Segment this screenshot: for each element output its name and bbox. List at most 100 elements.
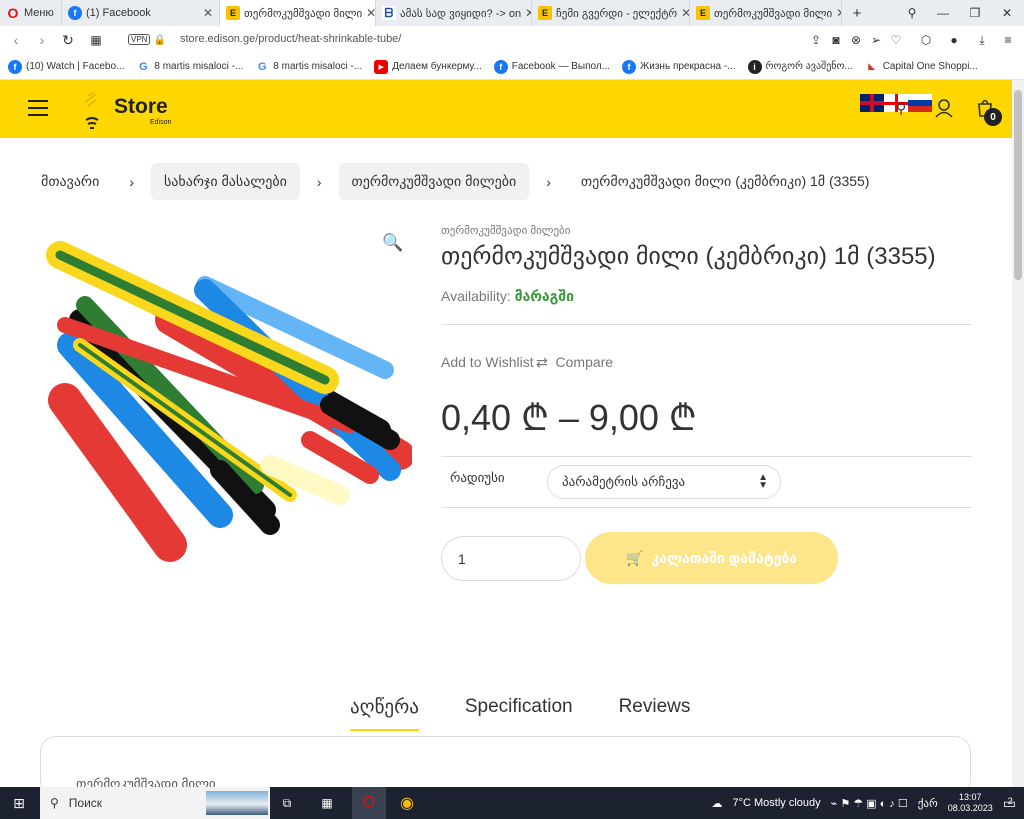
product-image[interactable] xyxy=(40,225,412,575)
breadcrumb-category[interactable]: თერმოკუმშვადი მილები xyxy=(338,163,530,200)
logo-text[interactable]: Store xyxy=(114,95,168,119)
download-icon[interactable]: ⤓ xyxy=(972,26,992,54)
bookmark[interactable]: f Facebook — Выпол... xyxy=(493,59,610,74)
search-tabs-icon[interactable]: ⚲ xyxy=(900,0,924,26)
quantity-input[interactable]: 1 xyxy=(441,536,581,581)
bookmark[interactable]: G8 martis misaloci -... xyxy=(136,60,243,74)
system-tray: ☁ 7°C Mostly cloudy ⌁ ⚑ ☂ ▣ ◐ ♪ ☐ ქარ 13… xyxy=(711,787,1024,819)
compare-link[interactable]: ⇄ Compare xyxy=(536,354,613,371)
forward-icon[interactable]: › xyxy=(32,26,52,54)
bookmark[interactable]: f Жизнь прекрасна -... xyxy=(622,59,736,74)
product-title: თერმოკუმშვადი მილი (კემბრიკი) 1მ (3355) xyxy=(441,243,936,270)
close-tab-icon[interactable]: ✕ xyxy=(203,6,213,20)
add-to-wishlist-link[interactable]: Add to Wishlist xyxy=(441,354,534,370)
breadcrumb-consumables[interactable]: სახარჯი მასალები xyxy=(150,163,300,200)
edison-icon: E xyxy=(226,6,240,20)
tab-facebook[interactable]: f (1) Facebook ✕ xyxy=(62,0,220,26)
availability: Availability: მარაგში xyxy=(441,288,574,304)
minimize-icon[interactable]: — xyxy=(930,0,956,26)
account-icon[interactable] xyxy=(934,98,954,118)
bookmark[interactable]: ▶ Делаем бункерму... xyxy=(374,59,482,74)
product-category-link[interactable]: თერმოკუმშვადი მილები xyxy=(441,224,570,237)
radius-select[interactable]: პარამეტრის არჩევა ▲ ▼ xyxy=(547,465,781,499)
tab-reviews[interactable]: Reviews xyxy=(619,696,691,731)
divider xyxy=(441,324,971,325)
chrome-icon[interactable]: ◉ xyxy=(394,787,420,819)
compare-icon: ⇄ xyxy=(536,354,548,370)
send-icon[interactable]: ➢ xyxy=(866,26,886,54)
tab-specification[interactable]: Specification xyxy=(465,696,573,731)
store-logo-icon[interactable] xyxy=(80,90,104,130)
windows-taskbar: ⊞ ⚲ Поиск ⧉ ▦ O ◉ ☁ 7°C Mostly cloudy ⌁ … xyxy=(0,787,1024,819)
opera-menu-button[interactable]: O Меню xyxy=(0,0,62,26)
reload-icon[interactable]: ↻ xyxy=(58,26,78,54)
bookmark[interactable]: G8 martis misaloci -... xyxy=(255,60,362,74)
bookmark[interactable]: f (10) Watch | Facebo... xyxy=(8,59,124,74)
divider xyxy=(441,507,971,508)
windows-start-icon[interactable]: ⊞ xyxy=(8,787,30,819)
edison-icon: E xyxy=(696,6,710,20)
heart-icon[interactable]: ♡ xyxy=(886,26,906,54)
scrollbar-thumb[interactable] xyxy=(1014,90,1022,280)
task-view-icon[interactable]: ⧉ xyxy=(276,787,298,819)
close-tab-icon[interactable]: ✕ xyxy=(681,6,689,20)
page-scrollbar[interactable] xyxy=(1012,80,1024,787)
adblock-icon[interactable]: ⊗ xyxy=(846,26,866,54)
select-arrows-icon: ▲ ▼ xyxy=(758,472,768,491)
tab-my-page[interactable]: E ჩემი გვერდი - ელექტრ ✕ xyxy=(532,0,690,26)
share-icon[interactable]: ⇪ xyxy=(806,26,826,54)
url-field[interactable]: store.edison.ge/product/heat-shrinkable-… xyxy=(180,33,401,45)
uk-flag-icon[interactable] xyxy=(860,94,884,112)
zoom-icon[interactable]: 🔍 xyxy=(382,233,403,253)
speed-dial-icon[interactable]: ▦ xyxy=(86,26,106,54)
search-icon[interactable]: ⚲ xyxy=(896,100,906,117)
cloud-icon: ☁ xyxy=(711,797,723,810)
radius-label: რადიუსი xyxy=(450,470,505,485)
back-icon[interactable]: ‹ xyxy=(6,26,26,54)
weather-text[interactable]: 7°C Mostly cloudy xyxy=(732,797,820,809)
notifications-icon[interactable]: ▭ 2 xyxy=(1003,795,1016,812)
tab-description[interactable]: აღწერა xyxy=(350,696,419,731)
calculator-icon[interactable]: ▦ xyxy=(316,787,338,819)
logo-subtitle: Edison xyxy=(150,119,172,126)
facebook-icon: f xyxy=(8,59,22,74)
breadcrumb: მთავარი › სახარჯი მასალები › თერმოკუმშვა… xyxy=(28,163,882,200)
opera-icon: O xyxy=(7,5,19,21)
search-highlight-image[interactable] xyxy=(206,791,268,815)
bold-b-icon: ᗷ xyxy=(382,6,396,20)
close-tab-icon[interactable]: ✕ xyxy=(525,6,531,20)
close-window-icon[interactable]: ✕ xyxy=(994,0,1020,26)
bookmark[interactable]: ◣ Capital One Shoppi... xyxy=(865,60,978,74)
tray-icons[interactable]: ⌁ ⚑ ☂ ▣ ◐ ♪ ☐ xyxy=(831,797,908,810)
lock-icon: 🔒 xyxy=(153,34,167,46)
new-tab-icon[interactable]: + xyxy=(842,0,872,26)
restore-icon[interactable]: ❐ xyxy=(962,0,988,26)
language-indicator[interactable]: ქარ xyxy=(918,797,938,810)
cart-count-badge: 0 xyxy=(984,108,1002,126)
breadcrumb-home[interactable]: მთავარი xyxy=(28,163,112,200)
close-tab-icon[interactable]: ✕ xyxy=(366,6,375,20)
hamburger-menu-icon[interactable] xyxy=(28,100,48,116)
address-bar: ‹ › ↻ ▦ VPN 🔒 store.edison.ge/product/he… xyxy=(0,26,1024,54)
menu-dots-icon[interactable]: ≡ xyxy=(998,26,1018,54)
chevron-right-icon: › xyxy=(546,173,551,190)
camera-icon[interactable]: ◙ xyxy=(826,26,846,54)
browser-tab-bar: O Меню f (1) Facebook ✕ E თერმოკუმშვადი … xyxy=(0,0,1024,26)
tab-product-active[interactable]: E თერმოკუმშვადი მილი ✕ xyxy=(220,0,376,26)
vpn-badge[interactable]: VPN xyxy=(128,34,151,45)
tab-product-2[interactable]: E თერმოკუმშვადი მილი ✕ xyxy=(690,0,842,26)
tab-question[interactable]: ᗷ ამას სად ვიყიდი? -> on ✕ xyxy=(376,0,532,26)
cart-plus-icon: 🛒 xyxy=(626,549,644,566)
add-to-cart-button[interactable]: 🛒 კალათაში დამატება xyxy=(585,532,838,584)
profile-icon[interactable]: ● xyxy=(944,26,964,54)
breadcrumb-current: თერმოკუმშვადი მილი (კემბრიკი) 1მ (3355) xyxy=(580,173,870,189)
opera-taskbar-icon[interactable]: O xyxy=(352,787,386,819)
availability-status: მარაგში xyxy=(514,288,574,304)
extensions-icon[interactable]: ⬡ xyxy=(916,26,936,54)
site-header: Store Edison ⚲ xyxy=(0,80,1012,138)
russia-flag-icon[interactable] xyxy=(908,94,932,112)
product-price: 0,40 ₾ – 9,00 ₾ xyxy=(441,397,697,438)
clock[interactable]: 13:07 08.03.2023 xyxy=(948,792,993,814)
facebook-icon: f xyxy=(68,6,82,20)
bookmark[interactable]: i როგორ ავაშენო... xyxy=(747,59,853,74)
